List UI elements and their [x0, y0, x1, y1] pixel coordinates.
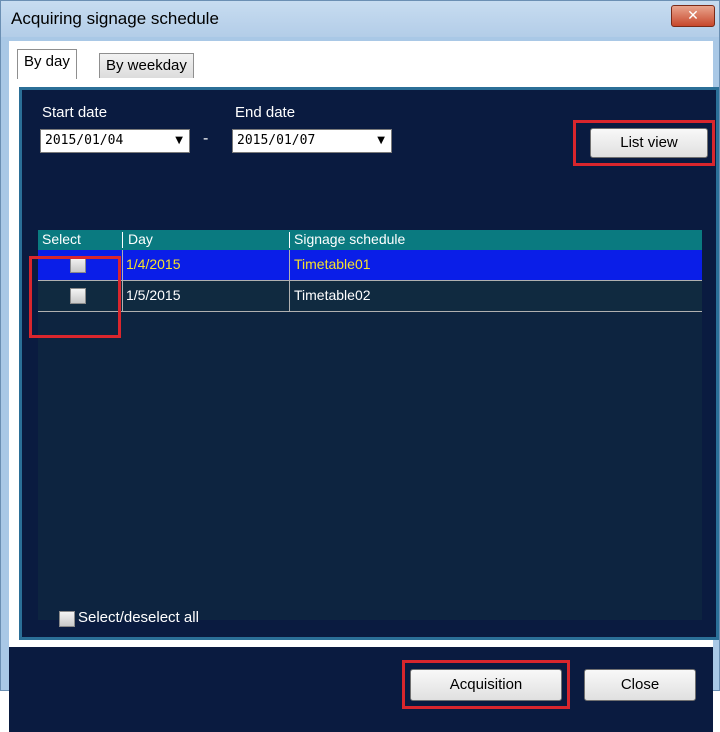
dialog-footer: Acquisition Close	[9, 647, 713, 732]
cell-divider	[122, 281, 123, 311]
cell-divider	[289, 250, 290, 280]
row-divider	[38, 311, 702, 312]
column-header-select[interactable]: Select	[42, 231, 81, 247]
select-all-checkbox[interactable]	[59, 611, 75, 627]
title-bar[interactable]: Acquiring signage schedule ✕	[1, 1, 719, 37]
column-divider	[122, 232, 123, 248]
cell-divider	[289, 281, 290, 311]
close-window-icon[interactable]: ✕	[671, 5, 715, 27]
window-title: Acquiring signage schedule	[11, 9, 219, 28]
annotation-highlight	[402, 660, 570, 709]
dialog-client: By day By weekday Start date 2015/01/04 …	[9, 41, 719, 732]
start-date-value: 2015/01/04	[45, 133, 124, 148]
column-divider	[289, 232, 290, 248]
schedule-panel: Start date 2015/01/04 ▼ - End date 2015/…	[19, 87, 719, 640]
date-range-separator: -	[203, 130, 209, 147]
chevron-down-icon: ▼	[377, 135, 385, 146]
column-header-schedule[interactable]: Signage schedule	[294, 231, 405, 247]
start-date-dropdown[interactable]: 2015/01/04 ▼	[40, 129, 190, 153]
annotation-highlight	[573, 120, 715, 166]
row-schedule: Timetable01	[294, 256, 371, 272]
tab-by-day[interactable]: By day	[17, 49, 77, 79]
table-row[interactable]: 1/5/2015 Timetable02	[38, 281, 702, 311]
cell-divider	[122, 250, 123, 280]
chevron-down-icon: ▼	[175, 135, 183, 146]
annotation-highlight	[29, 256, 121, 338]
end-date-label: End date	[235, 104, 296, 121]
close-button[interactable]: Close	[584, 669, 696, 701]
row-day: 1/5/2015	[126, 287, 181, 303]
end-date-dropdown[interactable]: 2015/01/07 ▼	[232, 129, 392, 153]
select-all-label: Select/deselect all	[78, 609, 199, 626]
dialog-window: Acquiring signage schedule ✕ By day By w…	[0, 0, 720, 732]
column-header-day[interactable]: Day	[128, 231, 153, 247]
table-row[interactable]: 1/4/2015 Timetable01	[38, 250, 702, 280]
schedule-table: Select Day Signage schedule 1/4/2015 Tim…	[38, 230, 702, 620]
end-date-value: 2015/01/07	[237, 133, 316, 148]
row-day: 1/4/2015	[126, 256, 181, 272]
start-date-label: Start date	[42, 104, 108, 121]
tab-by-weekday[interactable]: By weekday	[99, 53, 194, 78]
row-schedule: Timetable02	[294, 287, 371, 303]
table-header: Select Day Signage schedule	[38, 230, 702, 250]
